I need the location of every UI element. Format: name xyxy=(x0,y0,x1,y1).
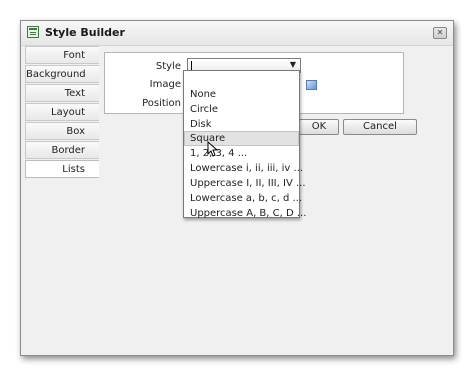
tab-lists[interactable]: Lists xyxy=(25,160,99,178)
chevron-down-icon[interactable]: ▼ xyxy=(290,60,296,69)
tab-layout[interactable]: Layout xyxy=(25,103,99,121)
tab-list: Font Background Text Layout Box Border L… xyxy=(25,46,99,179)
ok-button[interactable]: OK xyxy=(299,119,339,135)
cancel-button[interactable]: Cancel xyxy=(343,119,417,135)
text-caret xyxy=(191,61,192,70)
close-button[interactable]: ✕ xyxy=(433,27,447,39)
style-label: Style xyxy=(155,61,181,72)
style-dropdown-list: None Circle Disk Square 1, 2, 3, 4 ... L… xyxy=(183,70,306,221)
tab-font[interactable]: Font xyxy=(25,46,99,64)
option-upper-roman[interactable]: Uppercase I, II, III, IV ... xyxy=(184,176,306,191)
option-upper-alpha[interactable]: Uppercase A, B, C, D ... xyxy=(184,206,306,221)
image-picker-icon[interactable] xyxy=(306,80,317,90)
tab-box[interactable]: Box xyxy=(25,122,99,140)
option-lower-alpha[interactable]: Lowercase a, b, c, d ... xyxy=(184,191,302,206)
option-decimal[interactable]: 1, 2, 3, 4 ... xyxy=(184,146,299,161)
tab-background[interactable]: Background xyxy=(25,65,99,83)
title-bar[interactable]: Style Builder ✕ xyxy=(21,21,453,46)
option-circle[interactable]: Circle xyxy=(184,102,299,117)
style-builder-icon xyxy=(27,26,39,38)
window-title: Style Builder xyxy=(45,26,125,39)
option-empty[interactable] xyxy=(184,72,299,87)
option-none[interactable]: None xyxy=(184,87,299,102)
option-square[interactable]: Square xyxy=(184,131,299,146)
option-disk[interactable]: Disk xyxy=(184,117,299,132)
image-label: Image xyxy=(149,79,181,90)
position-label: Position xyxy=(142,98,181,109)
tab-border[interactable]: Border xyxy=(25,141,99,159)
option-lower-roman[interactable]: Lowercase i, ii, iii, iv ... xyxy=(184,161,303,176)
tab-text[interactable]: Text xyxy=(25,84,99,102)
